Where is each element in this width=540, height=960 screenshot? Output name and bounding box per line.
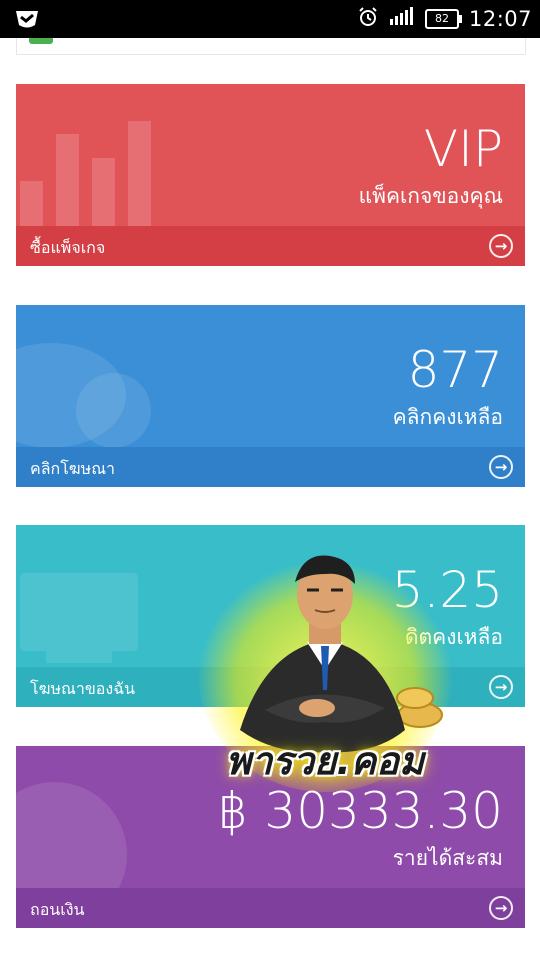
income-subtitle: รายได้สะสม (392, 846, 503, 870)
click-ads-footer[interactable]: คลิกโฆษณา → (16, 447, 525, 487)
arrow-right-icon[interactable]: → (489, 675, 513, 699)
arrow-right-icon[interactable]: → (489, 234, 513, 258)
my-ads-label: โฆษณาของฉัน (30, 679, 136, 698)
monitor-decor-icon (20, 573, 138, 651)
app-badge-icon (14, 7, 40, 31)
chat-bubble-decor-icon-2 (76, 373, 151, 448)
alarm-icon (357, 6, 379, 33)
click-ads-label: คลิกโฆษณา (30, 459, 116, 478)
arrow-right-icon[interactable]: → (489, 455, 513, 479)
status-bar: 82 12:07 (0, 0, 540, 38)
withdraw-label: ถอนเงิน (30, 900, 85, 919)
withdraw-footer[interactable]: ถอนเงิน → (16, 888, 525, 928)
bar-chart-decor-icon (20, 116, 160, 226)
clicks-card[interactable]: 877 คลิกคงเหลือ คลิกโฆษณา → (16, 305, 525, 487)
clicks-subtitle: คลิกคงเหลือ (392, 405, 503, 429)
previous-card-edge (16, 38, 526, 55)
buy-package-footer[interactable]: ซื้อแพ็จเกจ → (16, 226, 525, 266)
package-value: VIP (423, 120, 503, 178)
watermark-brand-text: พารวย.คอม (225, 739, 425, 783)
monitor-stand-decor (46, 651, 112, 663)
battery-icon: 82 (424, 9, 462, 29)
signal-icon (389, 6, 415, 32)
vip-package-card[interactable]: VIP แพ็คเกจของคุณ ซื้อแพ็จเกจ → (16, 84, 525, 266)
clicks-value: 877 (407, 341, 503, 399)
clock: 12:07 (468, 7, 532, 31)
battery-level: 82 (434, 12, 449, 25)
package-subtitle: แพ็คเกจของคุณ (358, 184, 503, 208)
arrow-right-icon[interactable]: → (489, 896, 513, 920)
buy-package-label: ซื้อแพ็จเกจ (30, 238, 106, 257)
green-indicator (29, 38, 53, 44)
